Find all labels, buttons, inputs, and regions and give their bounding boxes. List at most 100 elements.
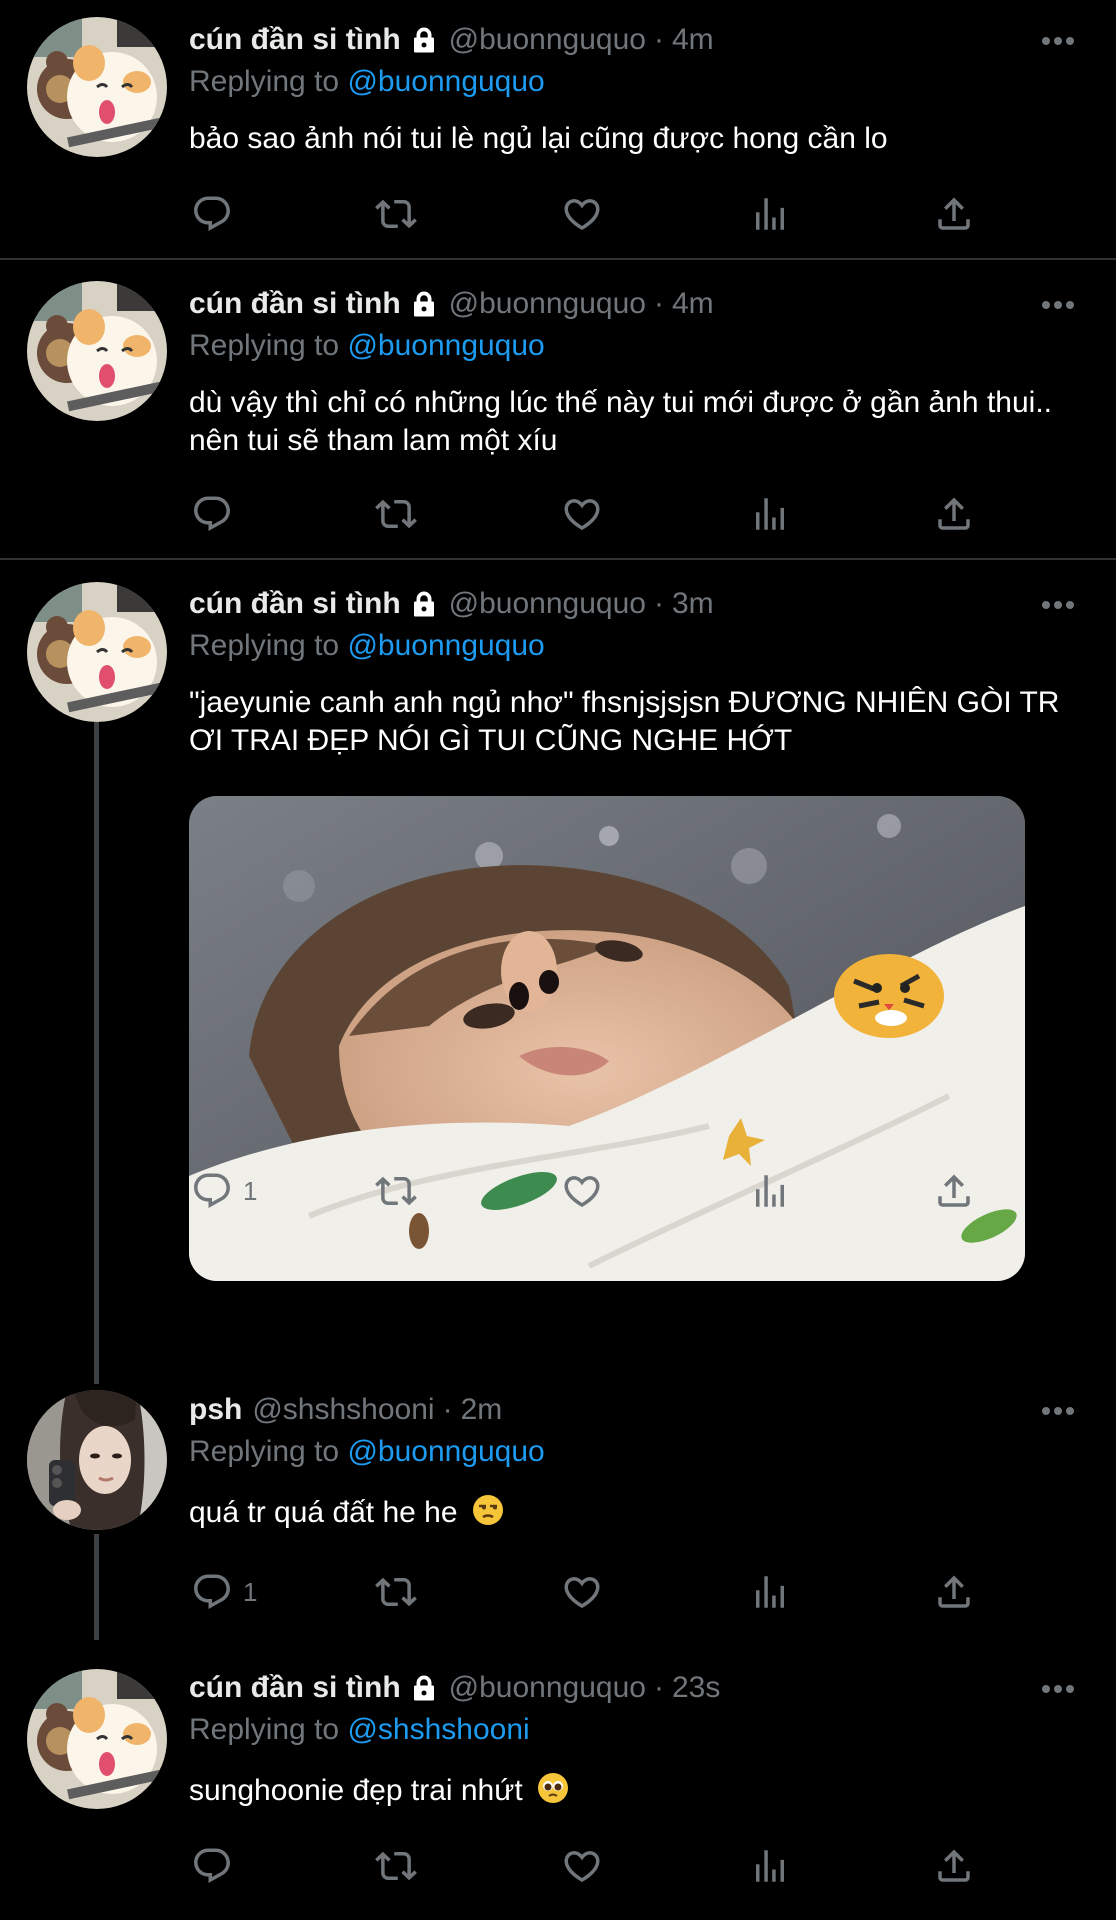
replying-to: Replying to @buonnguquo [189, 626, 1076, 666]
share-icon [938, 197, 970, 230]
more-icon[interactable] [1040, 590, 1076, 620]
retweet-button[interactable] [375, 184, 417, 244]
replying-prefix: Replying to [189, 1435, 340, 1468]
reply-icon [194, 196, 230, 231]
retweet-button[interactable] [375, 1836, 417, 1896]
tweet-1[interactable]: cún đần si tình @buonnguquo · 4m Replyin… [0, 0, 1116, 260]
reply-button[interactable] [191, 484, 243, 544]
lock-icon [409, 25, 439, 55]
retweet-button[interactable] [375, 1161, 417, 1221]
like-icon [564, 1851, 600, 1883]
separator-dot: · [442, 1393, 453, 1426]
share-icon [938, 1174, 970, 1207]
reply-thread: cún đần si tình @buonnguquo · 4m Replyin… [0, 0, 1116, 1916]
separator-dot: · [653, 287, 664, 320]
replying-mention[interactable]: @buonnguquo [347, 629, 544, 662]
display-name[interactable]: cún đần si tình [189, 20, 401, 60]
more-icon[interactable] [1040, 26, 1076, 56]
avatar[interactable] [27, 582, 167, 722]
handle[interactable]: @buonnguquo [449, 20, 646, 60]
reply-button[interactable]: 1 [191, 1161, 257, 1221]
lock-icon [409, 589, 439, 619]
retweet-icon [375, 199, 417, 229]
tweet-text-row: quá tr quá đất he he [189, 1494, 1069, 1536]
timestamp[interactable]: 4m [672, 20, 714, 60]
views-icon [756, 1175, 784, 1207]
timestamp[interactable]: 23s [672, 1668, 720, 1708]
retweet-icon [375, 1577, 417, 1607]
replying-mention[interactable]: @shshshooni [347, 1713, 529, 1746]
retweet-icon [375, 499, 417, 529]
tweet-5[interactable]: cún đần si tình @buonnguquo · 23s Replyi… [0, 1640, 1116, 1916]
views-icon [756, 498, 784, 530]
like-button[interactable] [561, 184, 603, 244]
reply-button[interactable] [191, 1836, 243, 1896]
views-button[interactable] [749, 1562, 791, 1622]
like-button[interactable] [561, 1161, 603, 1221]
share-button[interactable] [933, 184, 975, 244]
retweet-button[interactable] [375, 484, 417, 544]
share-button[interactable] [933, 1836, 975, 1896]
replying-mention[interactable]: @buonnguquo [347, 65, 544, 98]
replying-prefix: Replying to [189, 1713, 340, 1746]
reply-button[interactable]: 1 [191, 1562, 257, 1622]
display-name[interactable]: psh [189, 1390, 242, 1430]
like-icon [564, 1176, 600, 1208]
replying-to: Replying to @buonnguquo [189, 62, 1076, 102]
avatar[interactable] [27, 1669, 167, 1809]
separator-dot: · [653, 23, 664, 56]
more-icon[interactable] [1040, 1674, 1076, 1704]
display-name[interactable]: cún đần si tình [189, 584, 401, 624]
reply-count: 1 [243, 1175, 258, 1206]
pleading-face-icon [537, 1772, 569, 1814]
tweet-text-row: sunghoonie đẹp trai nhứt [189, 1772, 1069, 1814]
avatar[interactable] [27, 1390, 167, 1530]
views-button[interactable] [749, 484, 791, 544]
views-button[interactable] [749, 1836, 791, 1896]
timestamp[interactable]: 3m [672, 584, 714, 624]
replying-mention[interactable]: @buonnguquo [347, 329, 544, 362]
replying-to: Replying to @buonnguquo [189, 1432, 1076, 1472]
tweet-4[interactable]: psh @shshshooni · 2m Replying to @buonng… [0, 1360, 1116, 1640]
separator-dot: · [653, 587, 664, 620]
action-bar: 1 [189, 1562, 1029, 1622]
separator-dot: · [653, 1671, 664, 1704]
display-name[interactable]: cún đần si tình [189, 1668, 401, 1708]
tweet-2[interactable]: cún đần si tình @buonnguquo · 4m Replyin… [0, 260, 1116, 560]
tweet-header: cún đần si tình @buonnguquo · 23s [189, 1668, 1076, 1708]
tweet-text: bảo sao ảnh nói tui lè ngủ lại cũng được… [189, 122, 888, 155]
share-button[interactable] [933, 1562, 975, 1622]
more-icon[interactable] [1040, 290, 1076, 320]
tweet-3[interactable]: cún đần si tình @buonnguquo · 3m Replyin… [0, 560, 1116, 1281]
replying-prefix: Replying to [189, 329, 340, 362]
action-bar: 1 [189, 1161, 1029, 1221]
reply-icon [194, 1848, 230, 1883]
share-icon [938, 497, 970, 530]
share-icon [938, 1575, 970, 1608]
avatar[interactable] [27, 281, 167, 421]
handle[interactable]: @buonnguquo [449, 584, 646, 624]
unamused-face-icon [472, 1494, 504, 1536]
reply-button[interactable] [191, 184, 243, 244]
views-button[interactable] [749, 1161, 791, 1221]
retweet-button[interactable] [375, 1562, 417, 1622]
views-button[interactable] [749, 184, 791, 244]
share-button[interactable] [933, 484, 975, 544]
tweet-header: cún đần si tình @buonnguquo · 3m [189, 584, 1076, 624]
like-button[interactable] [561, 1562, 603, 1622]
share-button[interactable] [933, 1161, 975, 1221]
replying-mention[interactable]: @buonnguquo [347, 1435, 544, 1468]
like-button[interactable] [561, 484, 603, 544]
display-name[interactable]: cún đần si tình [189, 284, 401, 324]
like-button[interactable] [561, 1836, 603, 1896]
timestamp[interactable]: 4m [672, 284, 714, 324]
handle[interactable]: @buonnguquo [449, 1668, 646, 1708]
like-icon [564, 1577, 600, 1609]
reply-icon [194, 1173, 230, 1208]
avatar[interactable] [27, 17, 167, 157]
handle[interactable]: @buonnguquo [449, 284, 646, 324]
more-icon[interactable] [1040, 1396, 1076, 1426]
timestamp[interactable]: 2m [461, 1390, 503, 1430]
handle[interactable]: @shshshooni [252, 1390, 434, 1430]
retweet-icon [375, 1851, 417, 1881]
